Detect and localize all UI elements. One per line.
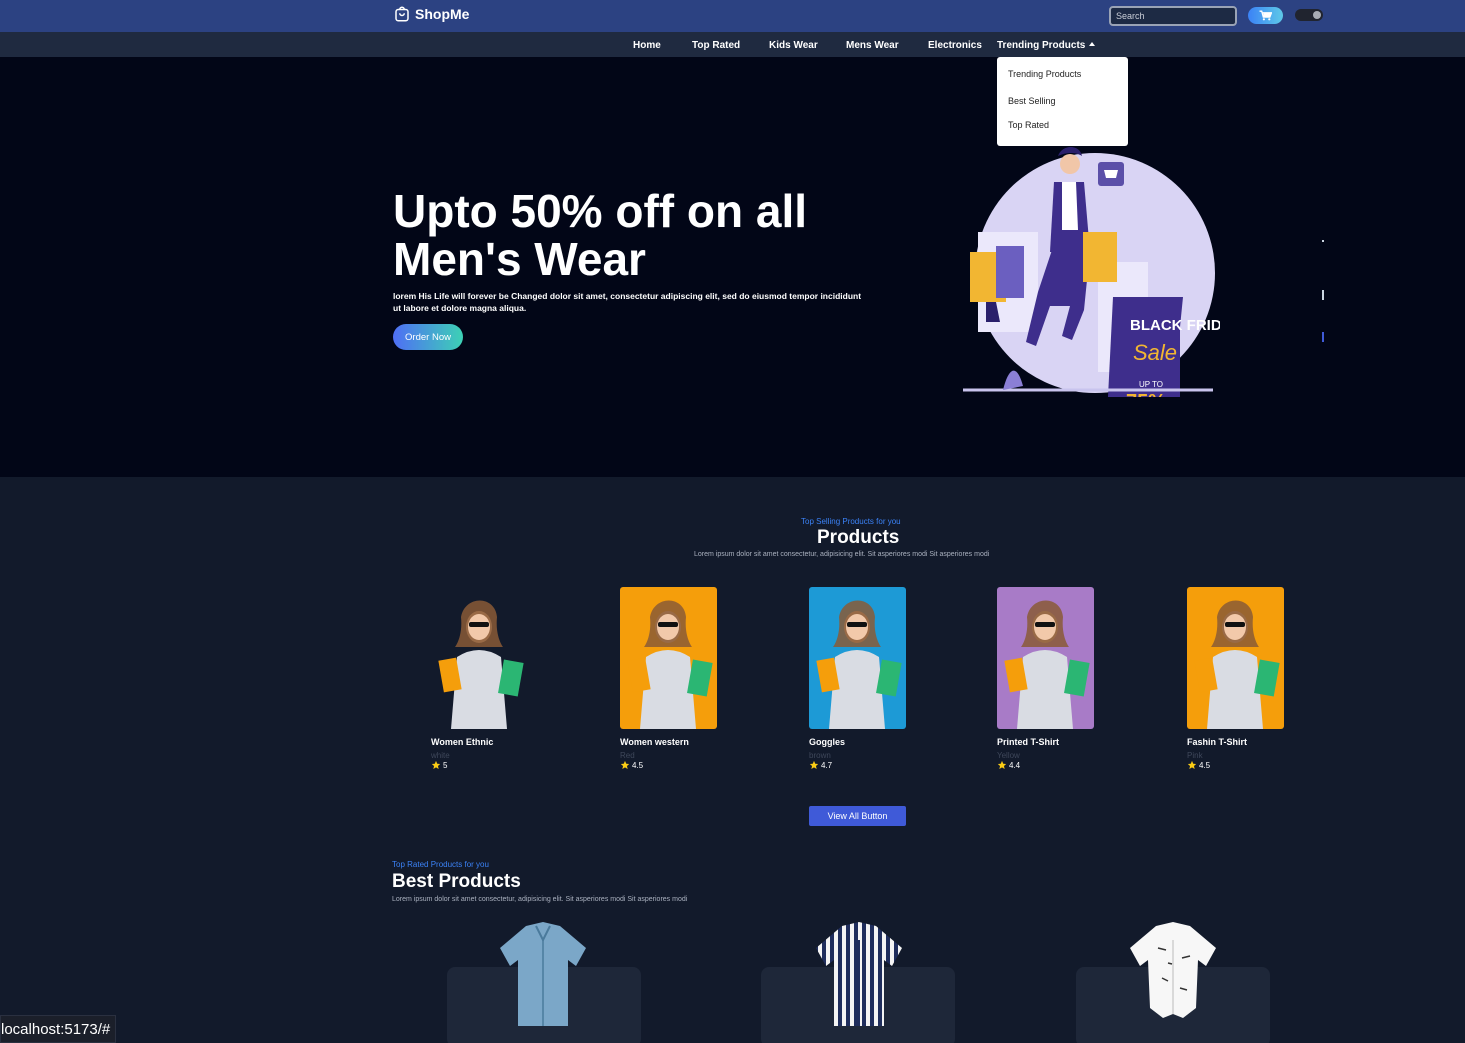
- svg-text:Sale: Sale: [1133, 340, 1177, 365]
- rating-value: 4.7: [821, 760, 833, 770]
- logo[interactable]: ShopMe: [393, 5, 469, 23]
- best-description: Lorem ipsum dolor sit amet consectetur, …: [392, 896, 688, 903]
- product-rating: 5: [431, 760, 541, 770]
- order-now-button[interactable]: Order Now: [393, 324, 463, 350]
- product-color: white: [431, 751, 450, 760]
- product-card[interactable]: Fashin T-Shirt Pink 4.5: [1187, 587, 1297, 770]
- search-input[interactable]: [1109, 6, 1237, 26]
- model-photo: [438, 600, 524, 729]
- main-nav: Home Top Rated Kids Wear Mens Wear Elect…: [0, 32, 1465, 57]
- caret-up-icon: [1089, 42, 1096, 46]
- shirt-image: [1130, 922, 1216, 1018]
- product-image[interactable]: [1187, 587, 1284, 729]
- svg-text:75%: 75%: [1126, 391, 1166, 397]
- product-color: brown: [809, 751, 831, 760]
- star-icon: [809, 760, 819, 769]
- rating-value: 4.5: [1199, 760, 1211, 770]
- view-all-button[interactable]: View All Button: [809, 806, 906, 826]
- products-subtitle: Top Selling Products for you: [801, 517, 901, 526]
- cart-button[interactable]: [1248, 7, 1283, 24]
- nav-trending-products[interactable]: Trending Products: [997, 40, 1096, 51]
- product-card[interactable]: Women western Red 4.5: [620, 587, 730, 770]
- status-bar-url: localhost:5173/#: [0, 1015, 116, 1043]
- product-name: Goggles: [809, 737, 846, 747]
- nav-electronics[interactable]: Electronics: [928, 40, 982, 51]
- product-color: Pink: [1187, 751, 1203, 760]
- product-color: Red: [620, 751, 635, 760]
- product-rating: 4.5: [1187, 760, 1297, 770]
- products-title: Products: [817, 527, 900, 548]
- rating-value: 4.4: [1009, 760, 1021, 770]
- dropdown-item-trending-products[interactable]: Trending Products: [1008, 69, 1081, 79]
- model-photo: [1004, 600, 1090, 729]
- nav-kids-wear[interactable]: Kids Wear: [769, 40, 818, 51]
- rating-value: 5: [443, 760, 448, 770]
- product-card[interactable]: Goggles brown 4.7: [809, 587, 919, 770]
- star-icon: [620, 760, 630, 769]
- product-rating: 4.7: [809, 760, 919, 770]
- nav-trending-label: Trending Products: [997, 40, 1086, 51]
- rating-value: 4.5: [632, 760, 644, 770]
- dark-mode-toggle[interactable]: [1295, 9, 1323, 21]
- shopping-bag-icon: [395, 6, 409, 22]
- star-icon: [431, 760, 441, 769]
- product-name: Women Ethnic: [431, 737, 494, 747]
- product-name: Printed T-Shirt: [997, 737, 1060, 747]
- trending-dropdown-menu: Trending Products Best Selling Top Rated: [997, 57, 1128, 146]
- top-bar: ShopMe: [0, 0, 1465, 32]
- star-icon: [1187, 760, 1197, 769]
- best-title: Best Products: [392, 871, 521, 892]
- svg-text:UP TO: UP TO: [1139, 380, 1163, 389]
- product-card[interactable]: Women Ethnic white 5: [431, 587, 541, 770]
- model-photo: [1194, 600, 1280, 729]
- product-rating: 4.5: [620, 760, 730, 770]
- product-name: Fashin T-Shirt: [1187, 737, 1248, 747]
- model-photo: [816, 600, 902, 729]
- products-description: Lorem ipsum dolor sit amet consectetur, …: [694, 551, 990, 558]
- product-image[interactable]: [620, 587, 717, 729]
- product-image[interactable]: [997, 587, 1094, 729]
- logo-text: ShopMe: [415, 6, 470, 22]
- carousel-edge-mark: [1322, 332, 1324, 342]
- carousel-edge-mark: [1322, 290, 1324, 300]
- product-image[interactable]: [809, 587, 906, 729]
- nav-mens-wear[interactable]: Mens Wear: [846, 40, 899, 51]
- product-color: Yellow: [997, 751, 1020, 760]
- hero-illustration: BLACK FRIDAY Sale UP TO 75%: [963, 147, 1220, 397]
- product-rating: 4.4: [997, 760, 1107, 770]
- hero-title: Upto 50% off on all Men's Wear: [393, 185, 807, 285]
- star-icon: [997, 760, 1007, 769]
- nav-top-rated[interactable]: Top Rated: [692, 40, 740, 51]
- nav-home[interactable]: Home: [633, 40, 661, 51]
- cart-icon: [1259, 10, 1272, 21]
- dropdown-item-top-rated[interactable]: Top Rated: [1008, 120, 1049, 130]
- model-photo: [627, 600, 713, 729]
- product-name: Women western: [620, 737, 689, 747]
- hero-section: Upto 50% off on all Men's Wear lorem His…: [0, 57, 1465, 477]
- shirt-image: [816, 922, 902, 1026]
- shirt-image: [500, 922, 586, 1026]
- product-card[interactable]: Printed T-Shirt Yellow 4.4: [997, 587, 1107, 770]
- hero-description: lorem His Life will forever be Changed d…: [393, 291, 862, 313]
- product-image[interactable]: [431, 587, 528, 729]
- svg-text:BLACK FRIDAY: BLACK FRIDAY: [1130, 317, 1220, 334]
- dropdown-item-best-selling[interactable]: Best Selling: [1008, 96, 1056, 106]
- carousel-edge-mark: [1322, 240, 1324, 242]
- best-subtitle: Top Rated Products for you: [392, 860, 489, 869]
